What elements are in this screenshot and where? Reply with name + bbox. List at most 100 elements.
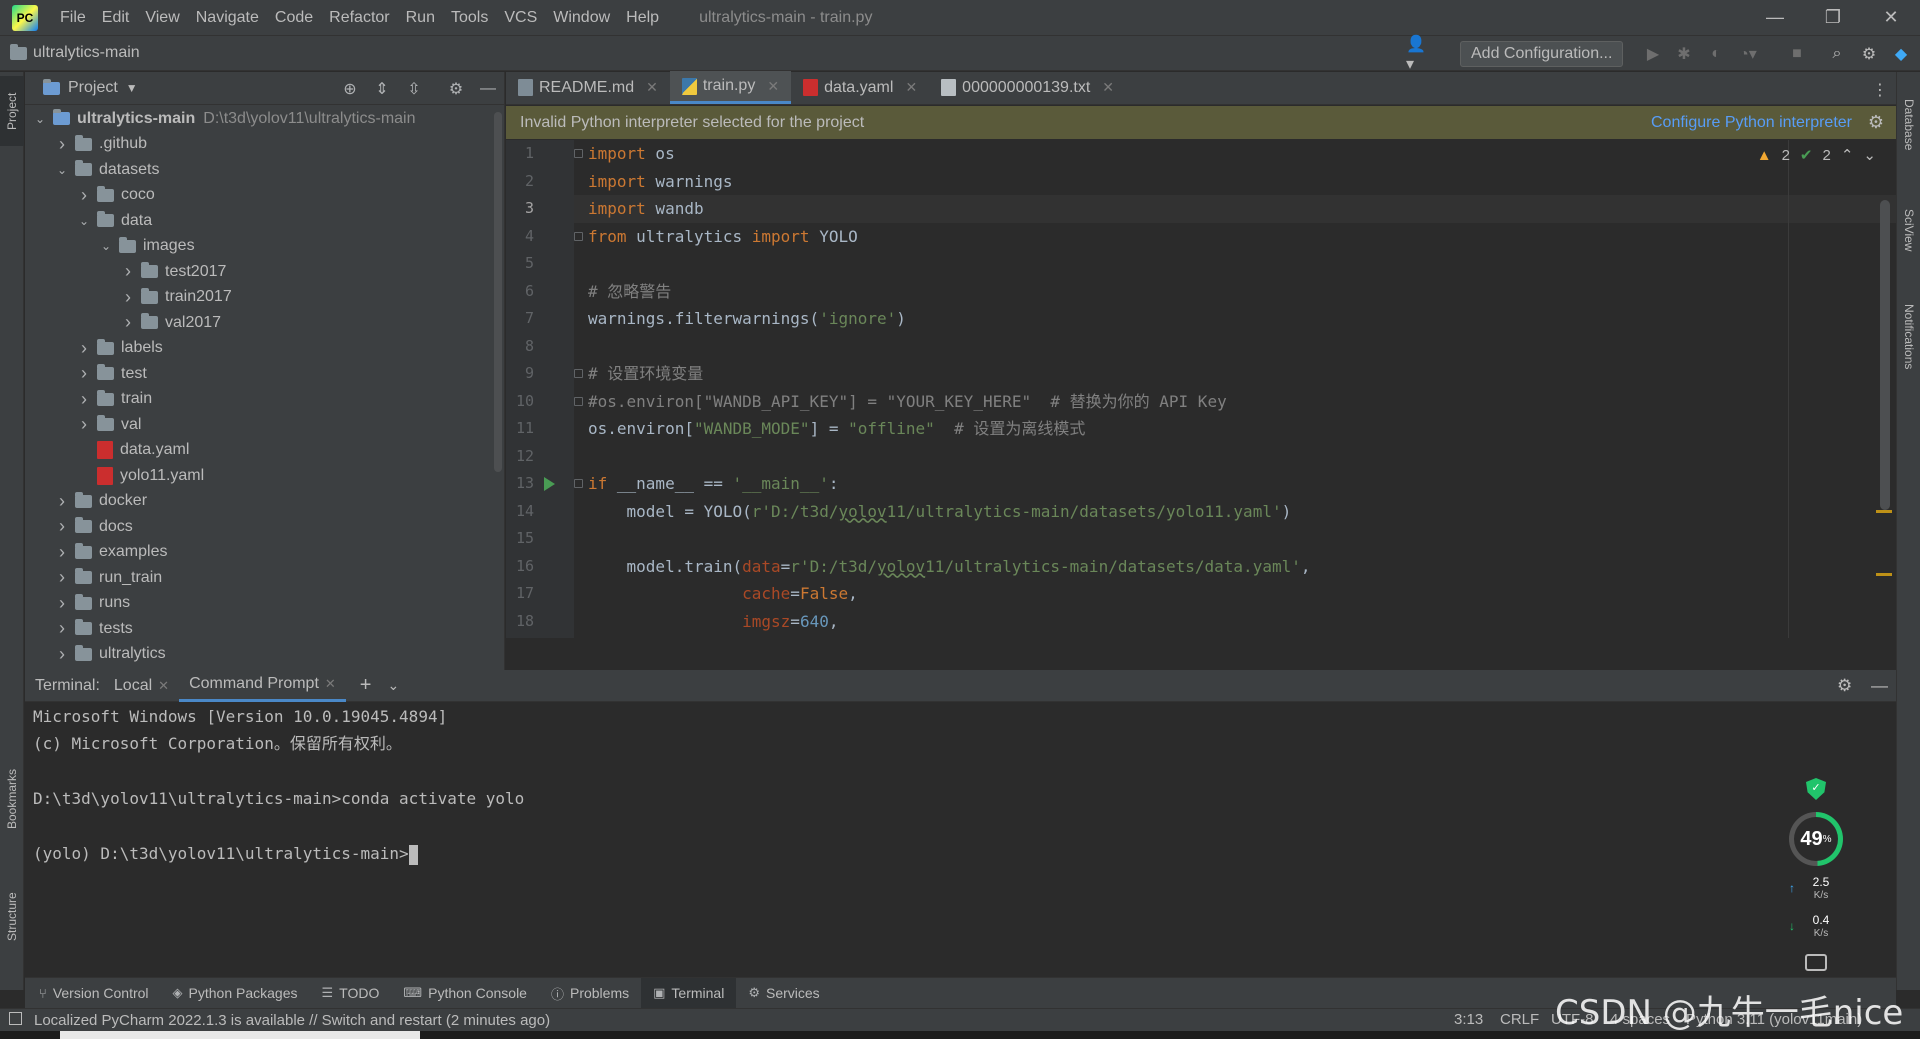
menu-window[interactable]: Window <box>545 0 618 35</box>
chevron-right-icon[interactable]: › <box>55 542 69 563</box>
gear-icon[interactable]: ⚙ <box>445 78 467 100</box>
menu-code[interactable]: Code <box>267 0 321 35</box>
tree-item-coco[interactable]: › coco <box>25 183 495 208</box>
tree-item-data-yaml[interactable]: data.yaml <box>25 438 495 463</box>
menu-tools[interactable]: Tools <box>443 0 496 35</box>
notifications-tool-tab[interactable]: Notifications <box>1897 282 1920 392</box>
menu-file[interactable]: File <box>52 0 94 35</box>
menu-view[interactable]: View <box>137 0 187 35</box>
chevron-right-icon[interactable]: › <box>77 338 91 359</box>
terminal-prompt[interactable]: (yolo) D:\t3d\yolov11\ultralytics-main> <box>33 840 418 867</box>
project-tool-tab[interactable]: Project <box>0 76 24 146</box>
tree-scrollbar[interactable] <box>494 112 502 472</box>
tree-item-val2017[interactable]: › val2017 <box>25 310 495 335</box>
tree-item-examples[interactable]: › examples <box>25 540 495 565</box>
camera-icon[interactable] <box>1805 954 1827 971</box>
tree-item-runs[interactable]: › runs <box>25 591 495 616</box>
chevron-down-icon[interactable]: ⌄ <box>55 163 69 177</box>
tool-window-python-packages[interactable]: ◈ Python Packages <box>161 978 310 1008</box>
configure-interpreter-link[interactable]: Configure Python interpreter <box>1651 114 1852 132</box>
debug-icon[interactable]: ✱ <box>1673 43 1695 65</box>
tree-item-datasets[interactable]: ⌄ datasets <box>25 157 495 182</box>
gear-icon[interactable]: ⚙ <box>1858 43 1880 65</box>
terminal-tab-local[interactable]: Local ✕ <box>104 670 179 702</box>
chevron-right-icon[interactable]: › <box>121 312 135 333</box>
hide-panel-icon[interactable]: — <box>477 78 499 100</box>
close-icon[interactable]: ✕ <box>1102 79 1114 96</box>
hide-panel-icon[interactable]: — <box>1871 676 1888 696</box>
breadcrumb-project[interactable]: ultralytics-main <box>33 44 140 62</box>
close-icon[interactable]: ✕ <box>905 79 917 96</box>
minimize-icon[interactable]: — <box>1746 0 1804 35</box>
cursor-position[interactable]: 3:13 <box>1454 1011 1483 1028</box>
new-tab-icon[interactable]: + <box>360 674 372 697</box>
sciview-tool-tab[interactable]: SciView <box>1897 190 1920 270</box>
run-gutter-icon[interactable] <box>544 477 555 491</box>
status-message[interactable]: Localized PyCharm 2022.1.3 is available … <box>34 1012 550 1029</box>
tree-item-val[interactable]: › val <box>25 412 495 437</box>
tree-item--github[interactable]: › .github <box>25 132 495 157</box>
menu-edit[interactable]: Edit <box>94 0 138 35</box>
collapse-all-icon[interactable]: ⇳ <box>403 78 425 100</box>
chevron-up-icon[interactable]: ⌃ <box>1841 146 1854 164</box>
chevron-right-icon[interactable]: › <box>55 618 69 639</box>
chevron-down-icon[interactable]: ▼ <box>126 81 138 95</box>
chevron-right-icon[interactable]: › <box>55 491 69 512</box>
project-view-selector[interactable]: Project <box>68 79 118 97</box>
tree-item-ultralytics-main[interactable]: ⌄ ultralytics-main D:\t3d\yolov11\ultralyt… <box>25 106 495 131</box>
tool-window-version-control[interactable]: ⑂ Version Control <box>27 978 161 1008</box>
chevron-right-icon[interactable]: › <box>55 593 69 614</box>
editor-tab-readme-md[interactable]: README.md ✕ <box>506 71 670 104</box>
tree-item-test2017[interactable]: › test2017 <box>25 259 495 284</box>
close-icon[interactable]: ✕ <box>1862 0 1920 35</box>
menu-vcs[interactable]: VCS <box>496 0 545 35</box>
chevron-right-icon[interactable]: › <box>55 134 69 155</box>
chevron-right-icon[interactable]: › <box>55 567 69 588</box>
tool-window-problems[interactable]: ⓘ Problems <box>539 978 641 1008</box>
close-icon[interactable]: ✕ <box>767 78 779 95</box>
warning-stripe-marker[interactable] <box>1876 573 1892 576</box>
menu-refactor[interactable]: Refactor <box>321 0 397 35</box>
chevron-right-icon[interactable]: › <box>55 516 69 537</box>
database-tool-tab[interactable]: Database <box>1897 80 1920 170</box>
tree-item-train[interactable]: › train <box>25 387 495 412</box>
tree-item-test[interactable]: › test <box>25 361 495 386</box>
profile-icon[interactable]: ◔▾ <box>1737 43 1759 65</box>
tool-window-todo[interactable]: ☰ TODO <box>310 978 392 1008</box>
panel-toggle-icon[interactable] <box>9 1012 22 1025</box>
locate-file-icon[interactable]: ⊕ <box>339 78 361 100</box>
chevron-down-icon[interactable]: ⌄ <box>77 214 91 228</box>
terminal-output[interactable]: Microsoft Windows [Version 10.0.19045.48… <box>25 703 1896 976</box>
editor-tab-train-py[interactable]: train.py ✕ <box>669 71 792 104</box>
chevron-down-icon[interactable]: ⌄ <box>99 239 113 253</box>
editor-scrollbar[interactable] <box>1880 200 1890 510</box>
fold-marker-icon[interactable] <box>574 149 583 158</box>
tree-item-tests[interactable]: › tests <box>25 616 495 641</box>
chevron-right-icon[interactable]: › <box>121 261 135 282</box>
expand-all-icon[interactable]: ⇕ <box>371 78 393 100</box>
chevron-down-icon[interactable]: ⌄ <box>387 677 399 694</box>
tree-item-yolo11-yaml[interactable]: yolo11.yaml <box>25 463 495 488</box>
chevron-right-icon[interactable]: › <box>77 185 91 206</box>
terminal-tab-command-prompt[interactable]: Command Prompt ✕ <box>179 670 346 702</box>
close-icon[interactable]: ✕ <box>646 79 658 96</box>
chevron-right-icon[interactable]: › <box>77 414 91 435</box>
tool-window-terminal[interactable]: ▣ Terminal <box>641 978 737 1008</box>
tree-item-train2017[interactable]: › train2017 <box>25 285 495 310</box>
fold-marker-icon[interactable] <box>574 232 583 241</box>
structure-tool-tab[interactable]: Structure <box>0 877 24 957</box>
close-icon[interactable]: ✕ <box>325 676 336 692</box>
code-editor[interactable]: 1 2 3 4 5 6 7 8 9 10 11 12 13 14 15 16 17 18 ▲ 2 ✔ 2 ⌃ ⌄ … <box>506 140 1896 638</box>
menu-navigate[interactable]: Navigate <box>188 0 267 35</box>
chevron-right-icon[interactable]: › <box>77 363 91 384</box>
tree-item-data[interactable]: ⌄ data <box>25 208 495 233</box>
more-tabs-icon[interactable]: ⋮ <box>1872 80 1888 100</box>
jetbrains-toolbox-icon[interactable]: ◆ <box>1890 43 1912 65</box>
chevron-down-icon[interactable]: ⌄ <box>33 112 47 126</box>
bookmarks-tool-tab[interactable]: Bookmarks <box>0 754 24 844</box>
gear-icon[interactable]: ⚙ <box>1837 676 1852 696</box>
tree-item-ultralytics[interactable]: › ultralytics <box>25 642 495 667</box>
menu-help[interactable]: Help <box>618 0 667 35</box>
run-icon[interactable]: ▶ <box>1642 43 1664 65</box>
inspection-widget[interactable]: ▲ 2 ✔ 2 ⌃ ⌄ <box>1757 146 1876 165</box>
